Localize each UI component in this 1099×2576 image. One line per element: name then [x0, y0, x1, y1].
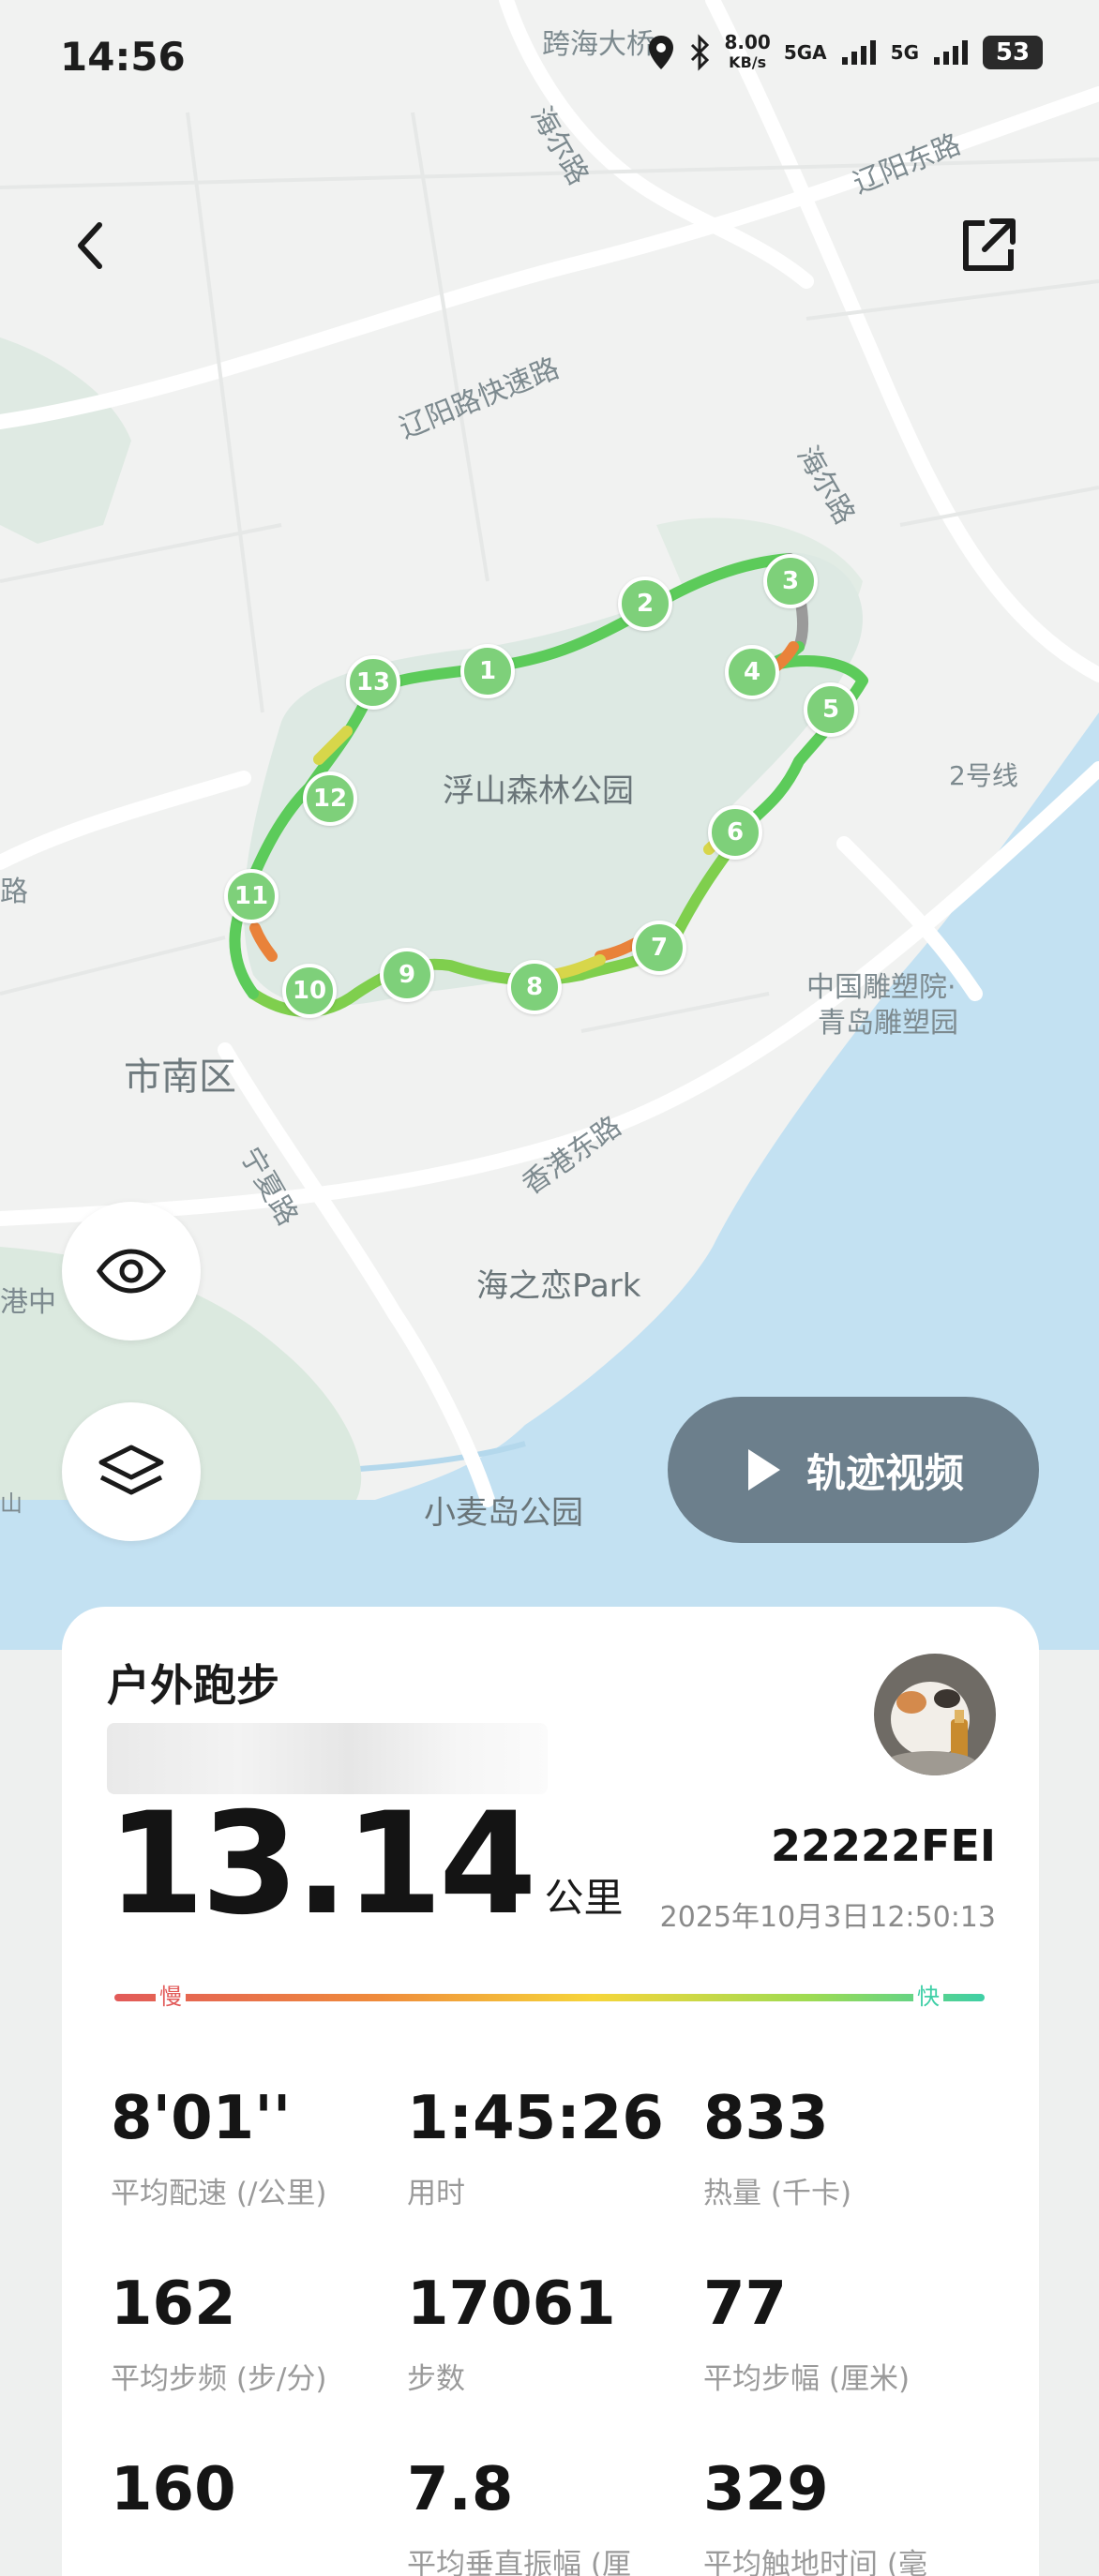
- stat-value: 17061: [407, 2269, 616, 2339]
- km-marker-6: 6: [708, 805, 762, 860]
- map-label: 海之恋Park: [476, 1267, 641, 1305]
- avatar[interactable]: [874, 1654, 996, 1775]
- stat-value: 77: [703, 2269, 788, 2339]
- net-speed-value: 8.00: [724, 31, 771, 53]
- play-icon: [747, 1449, 780, 1490]
- stat-avg-pace: 8'01'' 平均配速 (/公里): [111, 2085, 407, 2211]
- km-marker-9: 9: [380, 948, 434, 1002]
- map-label: 路: [0, 876, 28, 908]
- stat-cadence: 162 平均步频 (步/分): [111, 2270, 407, 2397]
- stat-label: 热量 (千卡): [703, 2177, 852, 2210]
- pace-gradient-bar: [114, 1994, 985, 2001]
- map-label: 浮山森林公园: [443, 772, 634, 810]
- stat-value: 329: [703, 2455, 829, 2524]
- back-button[interactable]: [54, 208, 129, 283]
- stat-label: 步数: [407, 2362, 465, 2396]
- chevron-left-icon: [78, 222, 102, 269]
- username: 22222FEI: [771, 1820, 996, 1871]
- stat-value: 7.8: [407, 2455, 514, 2524]
- map-label: 小麦岛公园: [424, 1494, 583, 1532]
- sim2-label: 5G: [890, 41, 919, 64]
- map-label: 港中: [0, 1286, 56, 1319]
- pace-legend: 慢 快: [114, 1978, 985, 2015]
- track-video-button[interactable]: 轨迹视频: [668, 1397, 1039, 1543]
- distance-unit: 公里: [544, 1875, 624, 1921]
- run-datetime: 2025年10月3日12:50:13: [659, 1901, 996, 1934]
- stat-value: 833: [703, 2084, 829, 2153]
- map-label: 山: [0, 1490, 23, 1517]
- stat-ground-contact: 329 平均触地时间 (毫: [703, 2456, 1000, 2576]
- stat-label: 平均配速 (/公里): [111, 2177, 327, 2210]
- external-link-icon: [963, 218, 1016, 271]
- km-marker-10: 10: [282, 964, 337, 1018]
- stat-label: 平均垂直振幅 (厘: [407, 2548, 631, 2576]
- net-speed-unit: KB/s: [729, 53, 767, 71]
- map-layers-button[interactable]: [62, 1402, 201, 1541]
- visibility-toggle-button[interactable]: [62, 1202, 201, 1340]
- km-marker-11: 11: [224, 869, 279, 923]
- share-button[interactable]: [951, 208, 1026, 283]
- km-marker-12: 12: [303, 771, 357, 826]
- status-time: 14:56: [60, 34, 186, 80]
- stat-duration: 1:45:26 用时: [407, 2085, 703, 2211]
- stat-vertical-oscillation: 7.8 平均垂直振幅 (厘: [407, 2456, 703, 2576]
- km-marker-4: 4: [725, 645, 779, 699]
- stat-stride: 77 平均步幅 (厘米): [703, 2270, 1000, 2397]
- km-marker-3: 3: [763, 554, 818, 608]
- km-marker-13: 13: [346, 655, 400, 710]
- location-icon: [649, 36, 674, 69]
- stat-row3-col1: 160: [111, 2456, 407, 2540]
- km-marker-2: 2: [618, 577, 672, 631]
- stat-label: 平均步幅 (厘米): [703, 2362, 911, 2396]
- km-marker-5: 5: [804, 682, 858, 737]
- map-label: 市南区: [124, 1056, 236, 1099]
- km-marker-1: 1: [460, 644, 515, 698]
- battery-icon: 53: [983, 36, 1043, 69]
- map-label: 2号线: [949, 760, 1018, 791]
- stat-calories: 833 热量 (千卡): [703, 2085, 1000, 2211]
- stat-label: 平均步频 (步/分): [111, 2362, 327, 2396]
- status-bar: 14:56 8.00 KB/s 5GA 5G 53: [0, 0, 1099, 112]
- avatar-image: [874, 1654, 996, 1775]
- km-marker-7: 7: [632, 921, 686, 975]
- signal-icon: [934, 40, 968, 65]
- map-label: 青岛雕塑园: [818, 1007, 958, 1040]
- stat-value: 162: [111, 2269, 236, 2339]
- stat-value: 1:45:26: [407, 2084, 664, 2153]
- stat-value: 160: [111, 2455, 236, 2524]
- stat-value: 8'01'': [111, 2084, 292, 2153]
- pace-slow-label: 慢: [156, 1978, 186, 2015]
- distance: 13.14 公里: [107, 1794, 623, 1935]
- bluetooth-icon: [691, 34, 710, 71]
- sim1-label: 5GA: [783, 41, 827, 64]
- stat-label: 用时: [407, 2177, 465, 2210]
- signal-icon: [841, 40, 876, 65]
- km-marker-8: 8: [507, 960, 562, 1014]
- net-speed: 8.00 KB/s: [724, 32, 770, 73]
- track-video-label: 轨迹视频: [805, 1449, 964, 1496]
- stat-label: 平均触地时间 (毫: [703, 2548, 927, 2576]
- stat-steps: 17061 步数: [407, 2270, 703, 2397]
- layers-icon: [98, 1445, 164, 1495]
- run-summary-card: 户外跑步 13.14 公里 22222FEI 2025年10月3日12:50:1…: [62, 1607, 1039, 2576]
- distance-value: 13.14: [107, 1783, 536, 1946]
- activity-type: 户外跑步: [107, 1660, 279, 1711]
- eye-icon: [96, 1249, 167, 1294]
- pace-fast-label: 快: [913, 1978, 943, 2015]
